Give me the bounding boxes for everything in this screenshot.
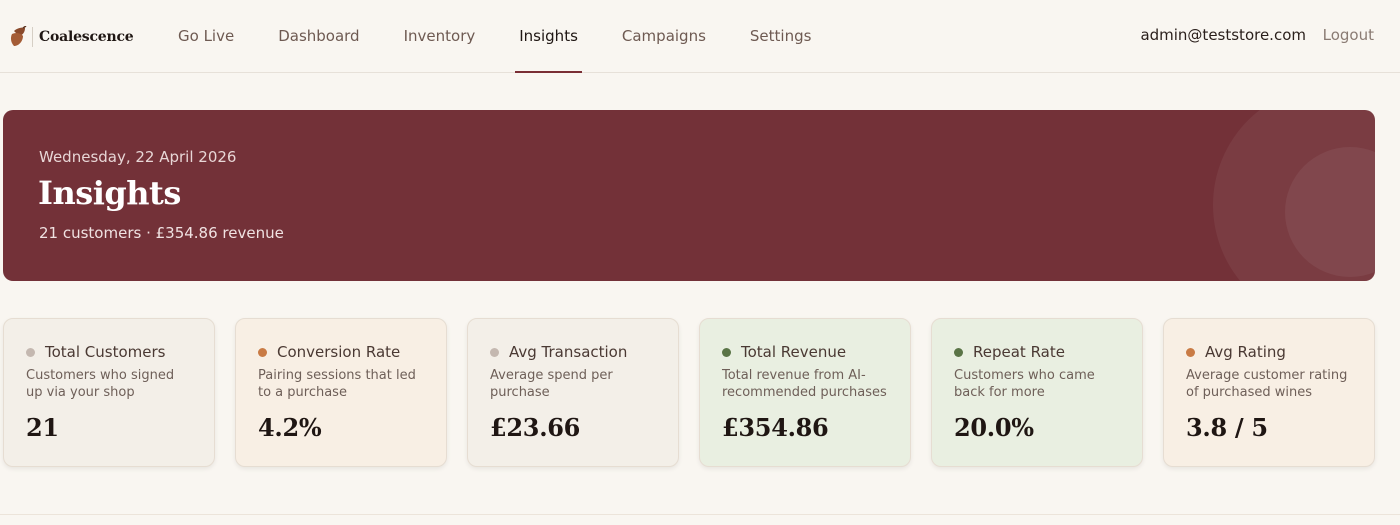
metric-value: £23.66 — [490, 413, 581, 442]
metric-description: Average spend per purchase — [490, 368, 613, 400]
nav-campaigns[interactable]: Campaigns — [600, 0, 728, 73]
metric-description: Average customer rating of purchased win… — [1186, 368, 1348, 400]
logout-link[interactable]: Logout — [1323, 26, 1374, 44]
nav-insights[interactable]: Insights — [497, 0, 600, 73]
nav-settings[interactable]: Settings — [728, 0, 834, 73]
metric-card-total-customers: Total Customers Customers who signed up … — [3, 318, 215, 467]
main-nav: Go Live Dashboard Inventory Insights Cam… — [156, 0, 833, 73]
top-nav-bar: Coalescence Go Live Dashboard Inventory … — [0, 0, 1400, 73]
hero-date: Wednesday, 22 April 2026 — [39, 148, 237, 166]
metric-value: 3.8 / 5 — [1186, 413, 1268, 442]
metric-card-total-revenue: Total Revenue Total revenue from AI-reco… — [699, 318, 911, 467]
user-email: admin@teststore.com — [1140, 26, 1306, 44]
metric-description: Customers who signed up via your shop — [26, 368, 175, 400]
metric-title: Total Revenue — [741, 343, 847, 361]
nav-go-live[interactable]: Go Live — [156, 0, 256, 73]
metric-value: 4.2% — [258, 413, 322, 442]
metric-card-repeat-rate: Repeat Rate Customers who came back for … — [931, 318, 1143, 467]
brand-name: Coalescence — [39, 29, 134, 45]
brand[interactable]: Coalescence — [8, 25, 134, 48]
metric-title: Repeat Rate — [973, 343, 1065, 361]
metric-card-conversion-rate: Conversion Rate Pairing sessions that le… — [235, 318, 447, 467]
acorn-icon — [8, 25, 28, 48]
status-dot — [26, 347, 35, 357]
metric-description: Customers who came back for more — [954, 368, 1095, 400]
nav-inventory[interactable]: Inventory — [382, 0, 498, 73]
status-dot — [258, 347, 267, 357]
status-dot — [490, 347, 499, 357]
page-title: Insights — [38, 174, 181, 212]
metric-value: 20.0% — [954, 413, 1034, 442]
hero-summary: 21 customers · £354.86 revenue — [39, 224, 284, 242]
metric-value: £354.86 — [722, 413, 829, 442]
metric-description: Total revenue from AI-recommended purcha… — [722, 368, 887, 400]
status-dot — [954, 347, 963, 357]
insights-hero-banner: Wednesday, 22 April 2026 Insights 21 cus… — [3, 110, 1375, 281]
section-divider — [0, 514, 1400, 515]
metric-title: Conversion Rate — [277, 343, 401, 361]
nav-dashboard[interactable]: Dashboard — [256, 0, 381, 73]
brand-divider — [32, 27, 33, 47]
metric-value: 21 — [26, 413, 59, 442]
status-dot — [1186, 347, 1195, 357]
metric-card-avg-rating: Avg Rating Average customer rating of pu… — [1163, 318, 1375, 467]
metric-card-avg-transaction: Avg Transaction Average spend per purcha… — [467, 318, 679, 467]
metric-title: Avg Transaction — [509, 343, 628, 361]
metric-title: Avg Rating — [1205, 343, 1286, 361]
metric-description: Pairing sessions that led to a purchase — [258, 368, 416, 400]
status-dot — [722, 347, 731, 357]
metric-title: Total Customers — [45, 343, 166, 361]
